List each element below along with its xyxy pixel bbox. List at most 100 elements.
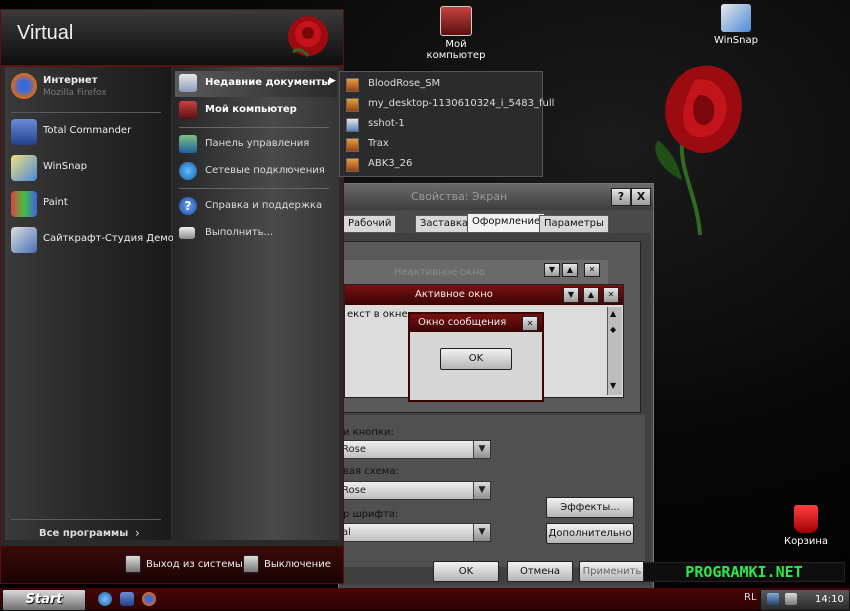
all-programs-label: Все программы [39, 528, 129, 539]
tab-screensaver[interactable]: Заставка [415, 215, 474, 233]
preview-inactive-window: Неактивное окно ▼ ▲ ✕ [344, 260, 608, 284]
preview-scrollbar: ▲ ◆ ▼ [607, 307, 622, 395]
preview-msgbox-title: Окно сообщения [418, 317, 507, 328]
winsnap-desktop-icon[interactable]: WinSnap [696, 4, 776, 46]
preview-active-titlebar: Активное окно ▼ ▲ ✕ [345, 285, 623, 305]
minimize-icon: ▼ [544, 263, 560, 277]
color-scheme-select[interactable]: Rose ▼ [339, 481, 491, 500]
pen-icon [11, 227, 37, 253]
font-size-select[interactable]: al ▼ [339, 523, 491, 542]
run-icon [179, 227, 195, 239]
recycle-bin-desktop-icon[interactable]: Корзина [766, 505, 846, 547]
ie-icon[interactable] [98, 592, 112, 606]
start-menu: Virtual Интернет Mozilla Firefox Total C… [0, 9, 344, 584]
scroll-thumb-icon: ◆ [610, 325, 617, 334]
pinned-item-winsnap[interactable]: WinSnap [11, 153, 171, 183]
user-name: Virtual [17, 22, 74, 44]
shutdown-button[interactable]: Выключение [243, 555, 331, 573]
recent-doc-item[interactable]: my_desktop-1130610324_i_5483_full [346, 94, 554, 114]
taskbar: Start RL 14:10 [0, 588, 850, 611]
pinned-item-internet[interactable]: Интернет Mozilla Firefox [11, 71, 171, 107]
start-menu-header: Virtual [1, 10, 343, 67]
minimize-icon: ▼ [563, 287, 579, 303]
recent-doc-item[interactable]: ABK3_26 [346, 154, 542, 174]
image-file-icon [346, 118, 359, 132]
recent-doc-item[interactable]: sshot-1 [346, 114, 542, 134]
scroll-up-icon: ▲ [610, 309, 617, 318]
display-properties-window: Свойства: Экран ? X Рабочий стол Заставк… [338, 183, 654, 590]
close-button[interactable]: X [631, 188, 651, 206]
start-menu-pinned-panel: Интернет Mozilla Firefox Total Commander… [5, 67, 174, 540]
effects-button[interactable]: Эффекты... [546, 497, 634, 518]
pinned-item-paint[interactable]: Paint [11, 189, 171, 219]
power-icon [243, 555, 259, 573]
places-item-label: Недавние документы [205, 77, 331, 88]
recent-doc-label: my_desktop-1130610324_i_5483_full [368, 98, 555, 109]
tab-settings[interactable]: Параметры [539, 215, 609, 233]
places-item-control-panel[interactable]: Панель управления [179, 133, 339, 157]
logoff-label: Выход из системы [146, 559, 243, 570]
recent-doc-label: sshot-1 [368, 118, 405, 129]
places-item-label: Сетевые подключения [205, 165, 325, 176]
recent-doc-label: ABK3_26 [368, 158, 413, 169]
my-computer-icon [179, 101, 197, 119]
places-item-label: Панель управления [205, 138, 310, 149]
places-item-recent-documents[interactable]: Недавние документы ▶ [179, 72, 339, 96]
pinned-item-label: Сайткрафт-Студия Демо [43, 233, 174, 244]
rose-wallpaper-icon [655, 65, 742, 236]
preview-msgbox-titlebar: Окно сообщения ✕ [410, 314, 542, 332]
chevron-right-icon: › [135, 526, 140, 540]
volume-tray-icon[interactable] [785, 593, 797, 605]
maximize-icon: ▲ [583, 287, 599, 303]
places-item-network[interactable]: Сетевые подключения [179, 160, 339, 184]
preview-message-box: Окно сообщения ✕ OK [408, 312, 544, 402]
buttons-label: и кнопки: [343, 427, 394, 438]
window-titlebar[interactable]: Свойства: Экран ? X [339, 184, 653, 210]
places-item-label: Справка и поддержка [205, 200, 323, 211]
separator [11, 112, 161, 113]
desktop-icon-label: WinSnap [714, 35, 758, 46]
logoff-icon [125, 555, 141, 573]
tab-desktop[interactable]: Рабочий стол [343, 215, 397, 245]
maximize-icon: ▲ [562, 263, 578, 277]
start-menu-footer: Выход из системы Выключение [1, 546, 343, 583]
floppy-disk-icon[interactable] [120, 592, 134, 606]
scroll-down-icon: ▼ [610, 381, 617, 390]
help-icon: ? [179, 197, 197, 215]
places-item-help[interactable]: ? Справка и поддержка [179, 195, 339, 219]
help-button[interactable]: ? [611, 188, 631, 206]
places-item-my-computer[interactable]: Мой компьютер [179, 99, 339, 123]
chevron-down-icon: ▼ [473, 524, 490, 541]
pinned-item-label: Paint [43, 197, 68, 208]
places-item-run[interactable]: Выполнить... [179, 222, 339, 246]
winsnap-icon [11, 155, 37, 181]
ok-button[interactable]: OK [433, 561, 499, 582]
tab-appearance[interactable]: Оформление [467, 213, 546, 233]
desktop-icon-label: компьютер [426, 50, 486, 61]
apply-button[interactable]: Применить [579, 561, 645, 582]
places-item-label: Выполнить... [205, 227, 274, 238]
system-tray: 14:10 [760, 589, 850, 611]
appearance-panel: Неактивное окно ▼ ▲ ✕ Активное окно ▼ ▲ … [339, 233, 651, 585]
language-indicator[interactable]: RL [744, 592, 757, 603]
globe-icon [179, 162, 197, 180]
recycle-bin-icon [794, 505, 818, 533]
chevron-down-icon: ▼ [473, 482, 490, 499]
logoff-button[interactable]: Выход из системы [125, 555, 243, 573]
preview-ok-button: OK [440, 348, 512, 370]
cancel-button[interactable]: Отмена [507, 561, 573, 582]
advanced-button[interactable]: Дополнительно [546, 523, 634, 544]
pinned-item-sitecraft[interactable]: Сайткрафт-Студия Демо [11, 225, 174, 255]
recent-doc-item[interactable]: BloodRose_SM [346, 74, 542, 94]
recent-doc-item[interactable]: Trax [346, 134, 542, 154]
desktop-icon-label: Корзина [783, 536, 829, 547]
all-programs-button[interactable]: Все программы › [35, 525, 155, 545]
firefox-icon[interactable] [142, 592, 156, 606]
start-button[interactable]: Start [2, 589, 86, 611]
chevron-down-icon: ▼ [473, 441, 490, 458]
pinned-item-total-commander[interactable]: Total Commander [11, 117, 171, 147]
my-computer-desktop-icon[interactable]: Мой компьютер [416, 6, 496, 61]
network-tray-icon[interactable] [767, 593, 779, 605]
buttons-select[interactable]: Rose ▼ [339, 440, 491, 459]
close-icon: ✕ [584, 263, 600, 277]
